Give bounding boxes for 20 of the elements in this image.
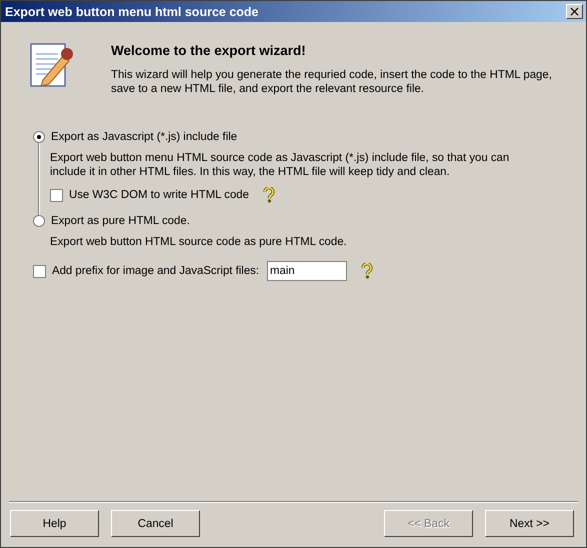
wizard-description: This wizard will help you generate the requried code, insert the code to the HTML page, save to a new HTML file, and export the relevant resource file. <box>111 68 553 96</box>
wizard-heading: Welcome to the export wizard! <box>111 43 307 58</box>
window-title: Export web button menu html source code <box>5 4 258 18</box>
radio-button[interactable] <box>33 215 45 227</box>
help-icon[interactable] <box>262 187 275 203</box>
radio-label: Export as Javascript (*.js) include file <box>51 131 238 143</box>
option-description: Export web button menu HTML source code as Javascript (*.js) include file, so that you can include it in other HTML files. In this way, the HTML file will keep tidy and clean. <box>50 151 510 179</box>
prefix-input-field[interactable]: main <box>267 261 348 281</box>
option-description: Export web button HTML source code as pure HTML code. <box>50 235 348 249</box>
checkbox[interactable] <box>33 264 46 278</box>
checkbox[interactable] <box>50 188 63 202</box>
dialog-button[interactable]: Cancel <box>111 510 200 537</box>
dialog-button[interactable]: Next >> <box>485 510 574 537</box>
close-button[interactable]: × <box>566 4 583 19</box>
help-icon[interactable] <box>361 263 374 279</box>
radio-button[interactable] <box>33 131 45 143</box>
dialog-button[interactable]: Help <box>10 510 99 537</box>
radio-label: Export as pure HTML code. <box>51 215 190 227</box>
checkbox-label: Use W3C DOM to write HTML code <box>69 189 249 201</box>
checkbox-label: Add prefix for image and JavaScript files: <box>52 265 260 277</box>
